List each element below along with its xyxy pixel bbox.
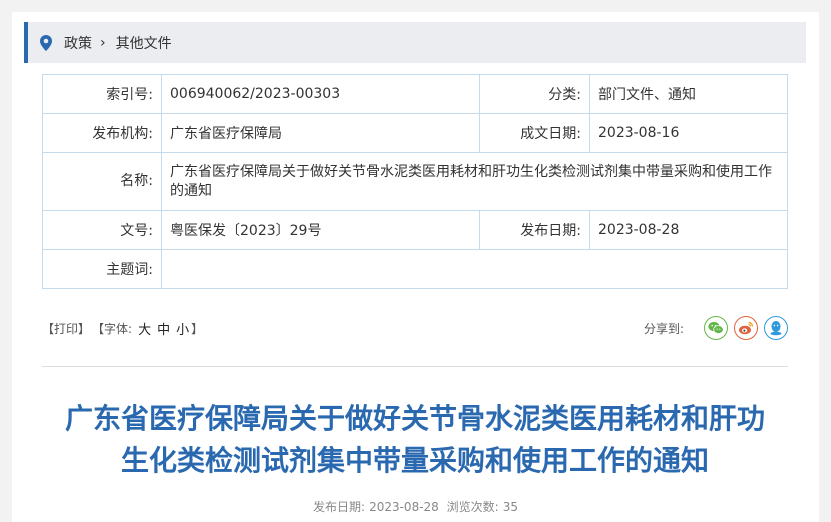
table-row: 名称: 广东省医疗保障局关于做好关节骨水泥类医用耗材和肝功生化类检测试剂集中带量… [42,152,788,211]
name-value: 广东省医疗保障局关于做好关节骨水泥类医用耗材和肝功生化类检测试剂集中带量采购和使… [161,152,788,211]
font-large-button[interactable]: 大 [138,319,151,338]
share-bar: 分享到: [644,316,788,340]
share-wechat-button[interactable] [704,316,728,340]
doc-number-value: 粤医保发〔2023〕29号 [161,210,480,250]
subject-value [161,249,788,289]
issuer-value: 广东省医疗保障局 [161,113,480,153]
index-label: 索引号: [42,74,162,114]
font-medium-button[interactable]: 中 [157,319,170,338]
share-weibo-button[interactable] [734,316,758,340]
document-meta-table: 索引号: 006940062/2023-00303 分类: 部门文件、通知 发布… [42,74,788,289]
table-row: 索引号: 006940062/2023-00303 分类: 部门文件、通知 [42,74,788,114]
pub-date-label: 发布日期: [313,500,366,514]
created-date-label: 成文日期: [479,113,590,153]
breadcrumb-separator: › [100,34,106,51]
created-date-value: 2023-08-16 [589,113,788,153]
table-row: 文号: 粤医保发〔2023〕29号 发布日期: 2023-08-28 [42,210,788,250]
wechat-icon [708,321,724,335]
article-pub-info: 发布日期: 2023-08-28 浏览次数: 35 [12,498,819,515]
print-button[interactable]: 【打印】 [42,320,90,337]
share-qq-button[interactable] [764,316,788,340]
issuer-label: 发布机构: [42,113,162,153]
published-date-value: 2023-08-28 [589,210,788,250]
page: 政策 › 其他文件 索引号: 006940062/2023-00303 分类: … [12,12,819,522]
breadcrumb: 政策 › 其他文件 [24,22,806,63]
category-value: 部门文件、通知 [589,74,788,114]
index-value: 006940062/2023-00303 [161,74,480,114]
weibo-icon [739,321,754,335]
section-divider [42,366,788,367]
share-label: 分享到: [643,321,684,336]
article-title-line-2: 生化类检测试剂集中带量采购和使用工作的通知 [120,444,709,477]
breadcrumb-item-other-files[interactable]: 其他文件 [116,33,172,53]
font-small-button[interactable]: 小 [176,319,189,338]
views-count: 35 [502,500,518,514]
pub-date-value: 2023-08-28 [369,500,439,514]
breadcrumb-item-policy[interactable]: 政策 [64,33,92,53]
location-pin-icon [40,34,52,51]
published-date-label: 发布日期: [479,210,590,250]
table-row: 发布机构: 广东省医疗保障局 成文日期: 2023-08-16 [42,113,788,153]
views-label: 浏览次数: [446,500,499,514]
font-size-suffix: 】 [191,321,204,336]
subject-label: 主题词: [42,249,162,289]
name-label: 名称: [42,152,162,211]
qq-icon [770,321,782,336]
category-label: 分类: [479,74,590,114]
doc-number-label: 文号: [42,210,162,250]
article-toolbar: 【打印】 【字体: 大 中 小 】 分享到: [42,316,788,340]
article-title: 广东省医疗保障局关于做好关节骨水泥类医用耗材和肝功 生化类检测试剂集中带量采购和… [32,398,798,482]
font-size-prefix: 【字体: [92,321,133,336]
table-row: 主题词: [42,249,788,289]
article-title-line-1: 广东省医疗保障局关于做好关节骨水泥类医用耗材和肝功 [64,402,765,435]
toolbar-left: 【打印】 【字体: 大 中 小 】 [42,319,205,338]
